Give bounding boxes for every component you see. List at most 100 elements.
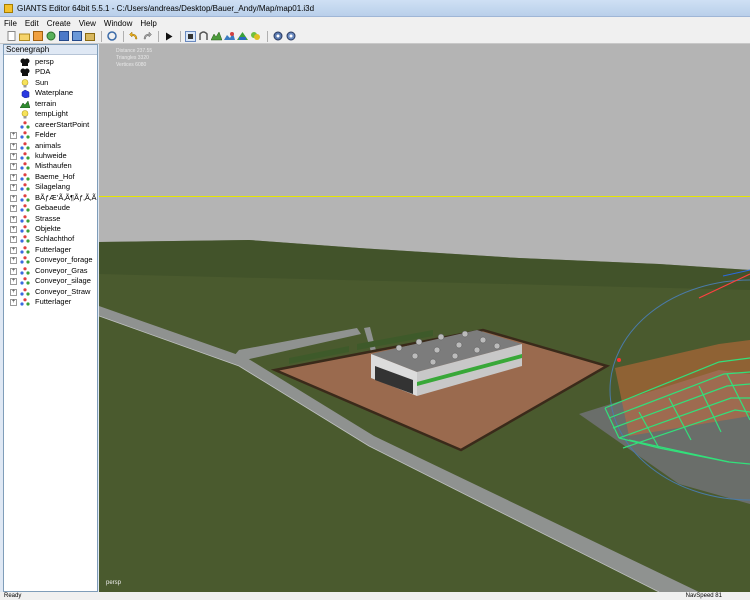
new-icon[interactable]: [6, 31, 17, 42]
scenegraph-node[interactable]: + Conveyor_Straw: [4, 287, 97, 297]
scenegraph-node-label: Schlachthof: [35, 234, 75, 244]
scenegraph-node[interactable]: + Felder: [4, 130, 97, 140]
expand-plus-icon[interactable]: +: [10, 215, 17, 223]
expand-plus-icon[interactable]: +: [10, 226, 17, 233]
expand-plus-icon[interactable]: +: [10, 278, 17, 286]
toolbar-separator: [158, 30, 159, 42]
scenegraph-node[interactable]: Waterplane: [4, 88, 97, 99]
expand-plus-icon[interactable]: +: [10, 194, 17, 202]
scenegraph-node-label: Waterplane: [35, 88, 74, 98]
select-icon[interactable]: [185, 30, 196, 42]
transform-icon: [20, 120, 30, 129]
transform-icon: [20, 204, 30, 212]
scenegraph-node-label: Conveyor_Gras: [35, 265, 88, 275]
settings-icon[interactable]: [272, 31, 283, 42]
scenegraph-node-label: Conveyor_silage: [35, 276, 91, 286]
expand-plus-icon[interactable]: +: [10, 267, 17, 275]
transform-icon: [20, 193, 30, 202]
scenegraph-node[interactable]: + Strasse: [4, 214, 97, 224]
transform-icon: [20, 277, 30, 285]
scenegraph-node[interactable]: careerStartPoint: [4, 120, 97, 130]
scenegraph-node[interactable]: persp: [4, 57, 97, 67]
save-as-icon[interactable]: [58, 31, 69, 42]
scenegraph-node-label: tempLight: [35, 109, 68, 119]
menu-window[interactable]: Window: [104, 19, 132, 28]
play-icon[interactable]: [163, 31, 174, 42]
viewport-stats: Distance 237.55 Triangles 3320 Vertices …: [116, 48, 152, 69]
scenegraph-node[interactable]: PDA: [4, 67, 97, 77]
expand-plus-icon[interactable]: +: [10, 205, 17, 213]
expand-plus-icon[interactable]: +: [10, 246, 17, 254]
transform-icon: [20, 246, 30, 254]
redo-icon[interactable]: [141, 31, 152, 42]
scenegraph-node[interactable]: + Conveyor_silage: [4, 276, 97, 286]
expand-plus-icon[interactable]: +: [10, 163, 17, 171]
scenegraph-node-label: animals: [35, 140, 61, 150]
undo-icon[interactable]: [128, 31, 139, 42]
scenegraph-node[interactable]: + Conveyor_Gras: [4, 266, 97, 276]
open-icon[interactable]: [19, 31, 30, 42]
menu-help[interactable]: Help: [140, 19, 156, 28]
terrain-sculpt-icon[interactable]: [211, 31, 222, 42]
transform-icon: [20, 225, 30, 233]
scenegraph-node[interactable]: terrain: [4, 99, 97, 109]
foliage-icon[interactable]: [237, 31, 248, 42]
transform-icon: [20, 256, 30, 264]
scenegraph-node[interactable]: + Futterlager: [4, 245, 97, 255]
scenegraph-node[interactable]: + Misthaufen: [4, 161, 97, 171]
paint-icon[interactable]: [224, 31, 235, 42]
scenegraph-node[interactable]: + animals: [4, 141, 97, 151]
scenegraph-node[interactable]: + Futterlager: [4, 297, 97, 307]
scenegraph-node[interactable]: + kuhweide: [4, 151, 97, 161]
save-icon[interactable]: [32, 31, 43, 42]
scenegraph-node-label: PDA: [35, 67, 51, 77]
scenegraph-node[interactable]: + Objekte: [4, 224, 97, 234]
horizon-line: [99, 196, 750, 197]
expand-plus-icon[interactable]: +: [10, 257, 17, 265]
expand-plus-icon[interactable]: +: [10, 173, 17, 181]
3d-viewport[interactable]: Distance 237.55 Triangles 3320 Vertices …: [99, 44, 750, 592]
transform-icon: [20, 214, 30, 223]
scenegraph-node[interactable]: + Silagelang: [4, 182, 97, 192]
expand-plus-icon[interactable]: +: [10, 184, 17, 192]
scenegraph-node[interactable]: + Baeme_Hof: [4, 172, 97, 182]
magnet-icon[interactable]: [198, 31, 209, 42]
transform-icon: [20, 298, 30, 306]
window-title: GIANTS Editor 64bit 5.5.1 - C:/Users/and…: [17, 3, 315, 13]
export-icon[interactable]: [71, 31, 82, 42]
scenegraph-node-label: BÃƒÆ’Ã‚Ã¶Ãƒ‚Ã‚Ãƒ: [35, 192, 97, 202]
menu-create[interactable]: Create: [47, 19, 71, 28]
menu-file[interactable]: File: [4, 19, 17, 28]
transform-icon: [20, 183, 30, 191]
scene-render: [99, 196, 750, 592]
stat-distance: Distance 237.55: [116, 48, 153, 54]
expand-plus-icon[interactable]: +: [10, 132, 17, 140]
gizmo-icon[interactable]: [285, 31, 296, 42]
transform-icon: [20, 173, 30, 181]
expand-plus-icon[interactable]: +: [10, 288, 17, 296]
scenegraph-node-label: Conveyor_forage: [35, 255, 93, 265]
reload-icon[interactable]: [45, 31, 56, 42]
expand-plus-icon[interactable]: +: [10, 152, 17, 160]
scenegraph-node[interactable]: + BÃƒÆ’Ã‚Ã¶Ãƒ‚Ã‚Ãƒ: [4, 193, 97, 203]
shape-icon: [20, 89, 30, 99]
scenegraph-node[interactable]: + Gebaeude: [4, 203, 97, 213]
transform-icon: [20, 235, 30, 244]
title-bar[interactable]: GIANTS Editor 64bit 5.5.1 - C:/Users/and…: [0, 0, 750, 17]
decals-icon[interactable]: [250, 31, 261, 42]
rotate-icon[interactable]: [106, 31, 117, 42]
menu-view[interactable]: View: [79, 19, 96, 28]
scenegraph-node[interactable]: Sun: [4, 78, 97, 88]
scenegraph-node-label: Gebaeude: [35, 203, 71, 213]
expand-plus-icon[interactable]: +: [10, 142, 17, 150]
scenegraph-node[interactable]: + Schlachthof: [4, 234, 97, 244]
scenegraph-node-label: kuhweide: [35, 150, 67, 160]
scenegraph-node[interactable]: + Conveyor_forage: [4, 255, 97, 265]
import-icon[interactable]: [84, 31, 95, 42]
expand-plus-icon[interactable]: +: [10, 236, 17, 244]
transform-icon: [20, 131, 30, 139]
menu-edit[interactable]: Edit: [25, 19, 39, 28]
expand-plus-icon[interactable]: +: [10, 299, 17, 307]
scenegraph-node[interactable]: tempLight: [4, 109, 97, 119]
nav-speed: NavSpeed 81: [685, 593, 722, 599]
